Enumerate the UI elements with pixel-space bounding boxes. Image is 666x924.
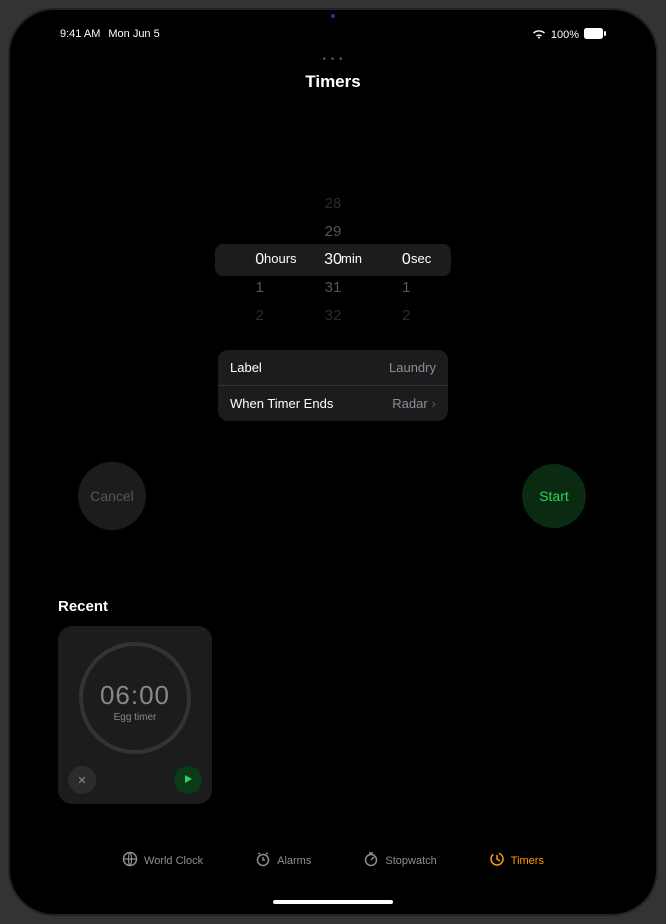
recent-timer-label: Egg timer	[83, 712, 187, 723]
chevron-right-icon: ›	[432, 396, 436, 411]
picker-hours-selected: 0	[255, 246, 264, 274]
picker-seconds-selected: 0	[402, 246, 411, 274]
timer-settings-group: Label Laundry When Timer Ends Radar ›	[218, 350, 448, 421]
label-title: Label	[230, 360, 262, 375]
timer-icon	[489, 851, 505, 870]
when-timer-ends-row[interactable]: When Timer Ends Radar ›	[218, 385, 448, 421]
page-title: Timers	[10, 72, 656, 92]
globe-icon	[122, 851, 138, 870]
stopwatch-icon	[363, 851, 379, 870]
camera-indicator	[331, 14, 335, 18]
battery-percent: 100%	[551, 29, 579, 41]
picker-minutes-selected: 30	[324, 246, 342, 274]
tab-timers[interactable]: Timers	[489, 851, 544, 870]
wifi-icon	[532, 29, 546, 42]
recent-heading: Recent	[58, 598, 108, 615]
tab-bar: World Clock Alarms Stopwatch Timers	[10, 851, 656, 870]
recent-timer-card[interactable]: 06:00 Egg timer ✕	[58, 626, 212, 804]
status-time: 9:41 AM	[60, 28, 100, 42]
ends-value: Radar	[392, 396, 427, 411]
ipad-screen: 9:41 AM Mon Jun 5 100% • • • Timers 0 1 …	[8, 8, 658, 916]
tab-world-clock[interactable]: World Clock	[122, 851, 203, 870]
play-icon	[183, 774, 193, 787]
label-value: Laundry	[389, 360, 436, 375]
picker-seconds-column[interactable]: 0 1 2 3	[370, 190, 443, 330]
timer-dial: 06:00 Egg timer	[79, 642, 191, 754]
label-row[interactable]: Label Laundry	[218, 350, 448, 385]
picker-hours-column[interactable]: 0 1 2 3	[223, 190, 296, 330]
status-date: Mon Jun 5	[108, 28, 159, 42]
alarm-icon	[255, 851, 271, 870]
recent-timer-time: 06:00	[83, 680, 187, 711]
battery-icon	[584, 28, 606, 42]
close-icon: ✕	[77, 774, 86, 787]
start-button[interactable]: Start	[520, 462, 588, 530]
picker-minutes-column[interactable]: 27 28 29 30 31 32 33	[296, 190, 369, 330]
duration-picker[interactable]: 0 1 2 3 27 28 29 30 31 32 33 0 1 2 3	[223, 190, 443, 330]
multitask-dots-icon[interactable]: • • •	[10, 54, 656, 65]
cancel-button[interactable]: Cancel	[78, 462, 146, 530]
tab-alarms[interactable]: Alarms	[255, 851, 311, 870]
home-indicator[interactable]	[273, 900, 393, 904]
recent-delete-button[interactable]: ✕	[68, 766, 96, 794]
recent-start-button[interactable]	[174, 766, 202, 794]
tab-stopwatch[interactable]: Stopwatch	[363, 851, 436, 870]
status-bar: 9:41 AM Mon Jun 5 100%	[10, 28, 656, 42]
ends-title: When Timer Ends	[230, 396, 333, 411]
